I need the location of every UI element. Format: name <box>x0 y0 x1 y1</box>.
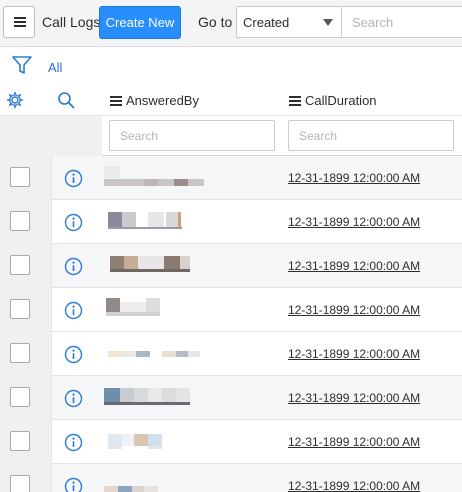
info-icon[interactable] <box>64 433 83 452</box>
answeredby-redacted <box>104 210 224 234</box>
column-header-callduration[interactable]: CallDuration <box>289 93 377 108</box>
filter-bar: All <box>0 48 462 84</box>
table-row[interactable]: 12-31-1899 12:00:00 AM <box>0 332 462 376</box>
row-checkbox[interactable] <box>10 431 30 451</box>
column-search-row: Search Search <box>0 116 462 156</box>
table-row[interactable]: 12-31-1899 12:00:00 AM <box>0 376 462 420</box>
list-title: Call Logs <box>42 14 101 30</box>
column-label-answeredby: AnsweredBy <box>126 93 199 108</box>
info-icon[interactable] <box>64 477 83 492</box>
table-row[interactable]: 12-31-1899 12:00:00 AM <box>0 156 462 200</box>
goto-field-value: Created <box>243 15 290 30</box>
info-icon[interactable] <box>64 389 83 408</box>
row-checkbox[interactable] <box>10 387 30 407</box>
table-row[interactable]: 12-31-1899 12:00:00 AM <box>0 200 462 244</box>
table-row[interactable]: 12-31-1899 12:00:00 AM <box>0 420 462 464</box>
call-duration-value[interactable]: 12-31-1899 12:00:00 AM <box>288 259 420 273</box>
column-menu-icon[interactable] <box>289 95 301 106</box>
column-header-row: AnsweredBy CallDuration <box>0 84 462 116</box>
table-row[interactable]: 12-31-1899 12:00:00 AM <box>0 244 462 288</box>
chevron-down-icon <box>323 19 333 26</box>
answeredby-search-input[interactable]: Search <box>109 120 275 151</box>
hamburger-icon <box>14 17 26 19</box>
create-new-button[interactable]: Create New <box>99 6 181 39</box>
callduration-search-input[interactable]: Search <box>288 120 454 151</box>
row-checkbox[interactable] <box>10 255 30 275</box>
call-duration-value[interactable]: 12-31-1899 12:00:00 AM <box>288 171 420 185</box>
goto-field-select[interactable]: Created <box>236 6 342 38</box>
answeredby-redacted <box>104 166 224 190</box>
info-icon[interactable] <box>64 169 83 188</box>
call-duration-value[interactable]: 12-31-1899 12:00:00 AM <box>288 303 420 317</box>
answeredby-redacted <box>104 298 224 322</box>
info-icon[interactable] <box>64 345 83 364</box>
info-icon[interactable] <box>64 257 83 276</box>
list-header: Call Logs Create New Go to Created Searc… <box>0 0 462 47</box>
row-checkbox[interactable] <box>10 343 30 363</box>
answeredby-redacted <box>104 386 224 410</box>
search-icon[interactable] <box>57 91 75 109</box>
answeredby-redacted <box>104 474 224 492</box>
column-menu-icon[interactable] <box>110 95 122 106</box>
call-duration-value[interactable]: 12-31-1899 12:00:00 AM <box>288 215 420 229</box>
info-icon[interactable] <box>64 301 83 320</box>
row-checkbox[interactable] <box>10 167 30 187</box>
funnel-icon[interactable] <box>11 54 33 76</box>
menu-button[interactable] <box>3 6 35 38</box>
gear-icon[interactable] <box>6 91 24 109</box>
answeredby-redacted <box>104 342 224 366</box>
goto-label: Go to <box>198 14 233 30</box>
info-icon[interactable] <box>64 213 83 232</box>
search-input[interactable]: Search <box>341 6 462 38</box>
row-checkbox[interactable] <box>10 211 30 231</box>
search-placeholder: Search <box>352 15 394 30</box>
call-duration-value[interactable]: 12-31-1899 12:00:00 AM <box>288 479 420 492</box>
filter-breadcrumb-all[interactable]: All <box>48 60 62 75</box>
answeredby-redacted <box>104 254 224 278</box>
column-label-callduration: CallDuration <box>305 93 377 108</box>
table-row[interactable]: 12-31-1899 12:00:00 AM <box>0 288 462 332</box>
row-checkbox[interactable] <box>10 299 30 319</box>
call-duration-value[interactable]: 12-31-1899 12:00:00 AM <box>288 391 420 405</box>
column-header-answeredby[interactable]: AnsweredBy <box>110 93 199 108</box>
row-checkbox[interactable] <box>10 475 30 492</box>
call-duration-value[interactable]: 12-31-1899 12:00:00 AM <box>288 347 420 361</box>
table-row[interactable]: 12-31-1899 12:00:00 AM <box>0 464 462 492</box>
call-duration-value[interactable]: 12-31-1899 12:00:00 AM <box>288 435 420 449</box>
answeredby-redacted <box>104 430 224 454</box>
